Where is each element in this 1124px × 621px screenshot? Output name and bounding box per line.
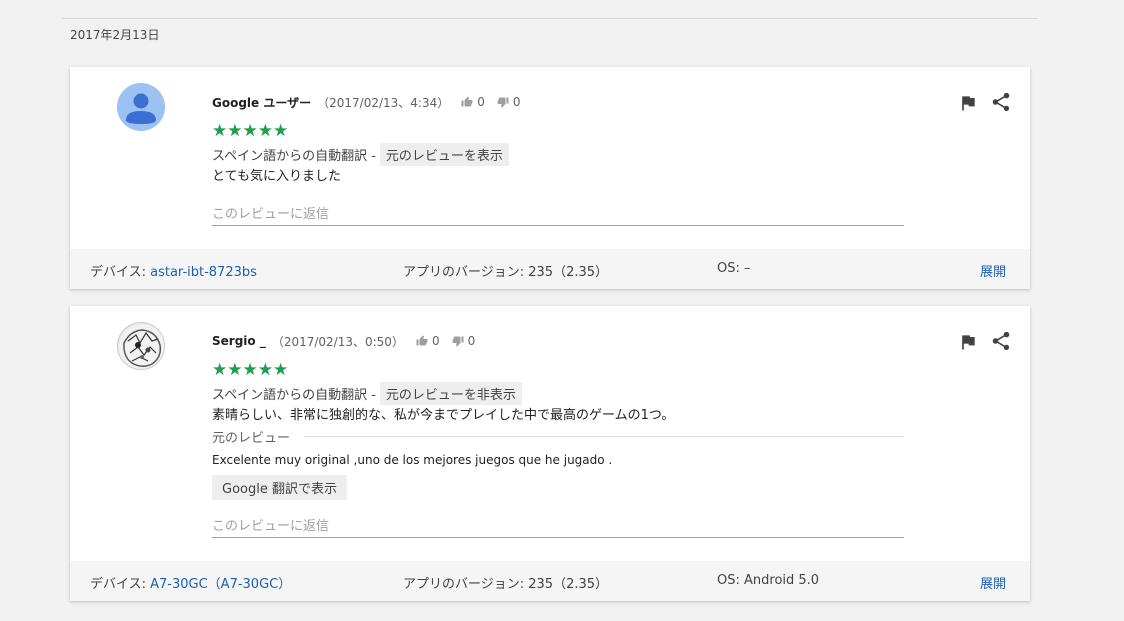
device-info: デバイス: astar-ibt-8723bs bbox=[90, 261, 257, 280]
reply-input[interactable] bbox=[212, 203, 904, 226]
review-card: Sergio _ （2017/02/13、0:50） 0 0 ★★★★★ スペイ… bbox=[70, 306, 1030, 601]
original-review-label: 元のレビュー bbox=[212, 430, 291, 446]
device-link[interactable]: astar-ibt-8723bs bbox=[150, 265, 257, 280]
thumbs-up-icon bbox=[416, 335, 428, 346]
expand-link[interactable]: 展開 bbox=[980, 573, 1006, 592]
thumbs-down-icon bbox=[452, 336, 464, 347]
os-version: OS: Android 5.0 bbox=[717, 573, 820, 588]
reply-input[interactable] bbox=[212, 515, 904, 538]
review-text: とても気に入りました bbox=[212, 169, 341, 184]
default-avatar-icon bbox=[117, 83, 165, 131]
translation-notice: スペイン語からの自動翻訳 - bbox=[212, 148, 376, 164]
thumbs-up-count: 0 bbox=[477, 95, 485, 109]
top-divider bbox=[62, 18, 1038, 19]
review-timestamp: （2017/02/13、0:50） bbox=[271, 334, 404, 349]
review-footer: デバイス: A7-30GC（A7-30GC） アプリのバージョン: 235（2.… bbox=[70, 561, 1030, 601]
thumbs-up-count: 0 bbox=[431, 334, 440, 348]
thumbs-down-button[interactable]: 0 bbox=[497, 95, 521, 109]
google-translate-button[interactable]: Google 翻訳で表示 bbox=[212, 475, 347, 500]
thumbs-down-button[interactable]: 0 bbox=[452, 334, 476, 348]
star-icons: ★★★★★ bbox=[212, 360, 289, 380]
translation-notice: スペイン語からの自動翻訳 - bbox=[212, 387, 376, 403]
date-header: 2017年2月13日 bbox=[70, 28, 160, 42]
thumbs-down-icon bbox=[497, 97, 509, 108]
app-version: アプリのバージョン: 235（2.35） bbox=[403, 265, 609, 280]
device-label: デバイス: bbox=[90, 265, 151, 280]
hide-original-button[interactable]: 元のレビューを非表示 bbox=[379, 381, 522, 405]
flag-icon[interactable] bbox=[958, 332, 978, 352]
share-icon[interactable] bbox=[990, 91, 1012, 113]
user-photo-avatar bbox=[117, 322, 165, 370]
share-icon[interactable] bbox=[990, 330, 1012, 352]
star-rating: ★★★★★ bbox=[212, 122, 288, 140]
os-version: OS: – bbox=[717, 261, 751, 276]
review-footer: デバイス: astar-ibt-8723bs アプリのバージョン: 235（2.… bbox=[70, 249, 1030, 289]
device-link[interactable]: A7-30GC（A7-30GC） bbox=[150, 577, 291, 592]
review-card: Google ユーザー （2017/02/13、4:34） 0 0 ★★★★★ … bbox=[70, 67, 1030, 289]
app-version: アプリのバージョン: 235（2.35） bbox=[403, 577, 609, 592]
flag-icon[interactable] bbox=[958, 93, 978, 113]
show-original-button[interactable]: 元のレビューを表示 bbox=[379, 142, 509, 166]
original-review-text: Excelente muy original ,uno de los mejor… bbox=[212, 453, 613, 467]
review-author: Google ユーザー bbox=[212, 95, 312, 110]
thumbs-up-button[interactable]: 0 bbox=[416, 334, 440, 348]
divider bbox=[304, 435, 904, 437]
thumbs-down-count: 0 bbox=[512, 95, 521, 109]
review-text: 素晴らしい、非常に独創的な、私が今までプレイした中で最高のゲームの1つ。 bbox=[212, 408, 675, 423]
thumbs-up-icon bbox=[461, 96, 473, 107]
thumbs-down-count: 0 bbox=[467, 334, 476, 348]
review-timestamp: （2017/02/13、4:34） bbox=[317, 95, 450, 110]
device-label: デバイス: bbox=[90, 577, 151, 592]
expand-link[interactable]: 展開 bbox=[980, 261, 1006, 280]
review-author: Sergio _ bbox=[212, 334, 266, 348]
original-review-header: 元のレビュー bbox=[212, 428, 904, 446]
star-icons: ★★★★★ bbox=[212, 121, 289, 141]
star-rating: ★★★★★ bbox=[212, 361, 288, 379]
device-info: デバイス: A7-30GC（A7-30GC） bbox=[90, 573, 291, 592]
thumbs-up-button[interactable]: 0 bbox=[461, 95, 485, 109]
